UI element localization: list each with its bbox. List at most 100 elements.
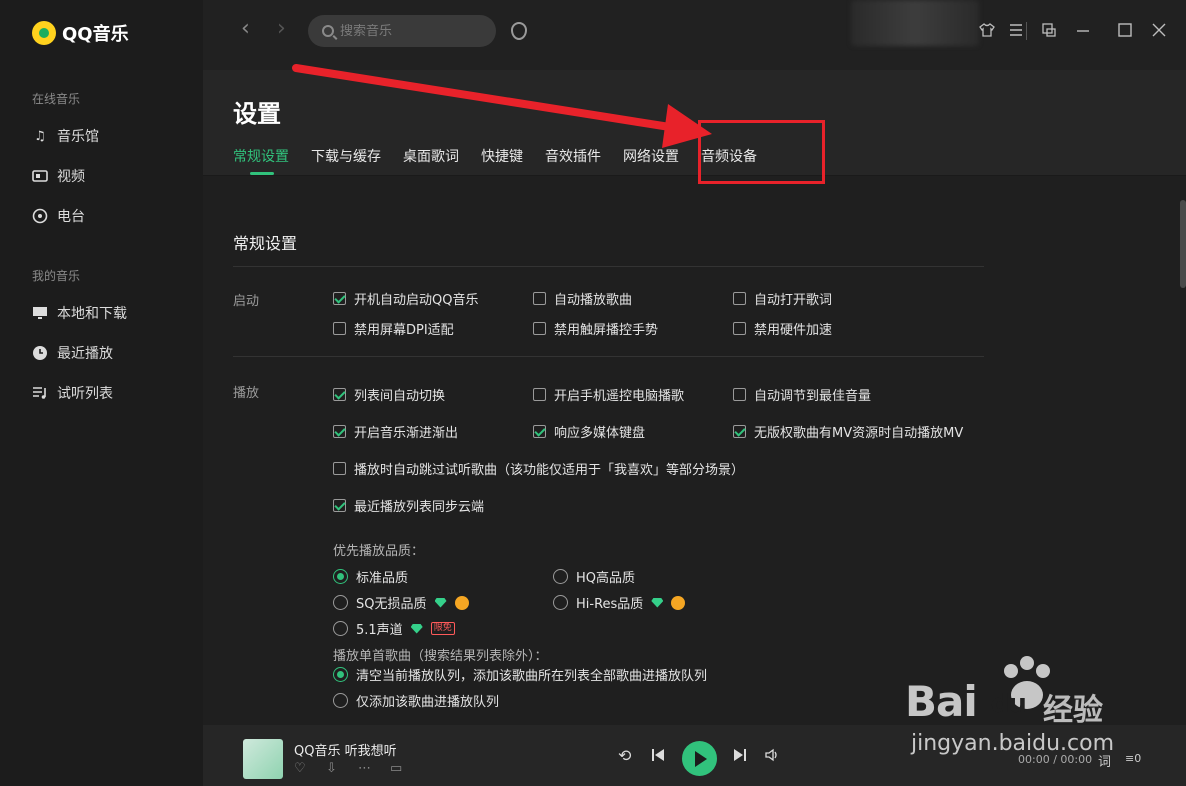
checkbox-box[interactable]	[533, 425, 546, 438]
radio-quality-sq[interactable]: SQ无损品质	[333, 593, 469, 612]
menu-icon[interactable]	[1008, 22, 1024, 38]
radio-dot[interactable]	[333, 569, 348, 584]
checkbox-box[interactable]	[333, 322, 346, 335]
checkbox-box[interactable]	[533, 388, 546, 401]
forward-arrow-icon[interactable]: ›	[277, 18, 286, 40]
lyrics-button[interactable]: 词	[1098, 751, 1111, 770]
radio-quality-51[interactable]: 5.1声道 限免	[333, 619, 455, 638]
comment-icon[interactable]: ▭	[390, 762, 406, 776]
checkbox-label: 列表间自动切换	[354, 389, 446, 404]
radio-single-replace-queue[interactable]: 清空当前播放队列，添加该歌曲所在列表全部歌曲进播放队列	[333, 665, 707, 684]
previous-icon[interactable]	[650, 747, 666, 767]
checkbox-auto-launch[interactable]: 开机自动启动QQ音乐	[333, 289, 478, 308]
app-logo[interactable]: QQ音乐	[32, 20, 129, 46]
checkbox-auto-mv[interactable]: 无版权歌曲有MV资源时自动播放MV	[733, 422, 963, 441]
checkbox-box[interactable]	[333, 462, 346, 475]
divider	[233, 266, 984, 267]
checkbox-phone-remote[interactable]: 开启手机遥控电脑播歌	[533, 385, 684, 404]
radio-dot[interactable]	[333, 667, 348, 682]
radio-single-add-only[interactable]: 仅添加该歌曲进播放队列	[333, 691, 499, 710]
close-icon[interactable]	[1151, 22, 1167, 38]
radio-dot[interactable]	[333, 621, 348, 636]
checkbox-label: 播放时自动跳过试听歌曲（该功能仅适用于「我喜欢」等部分场景）	[354, 463, 745, 478]
radio-dot[interactable]	[553, 595, 568, 610]
tab-network[interactable]: 网络设置	[623, 146, 679, 166]
checkbox-fade[interactable]: 开启音乐渐进渐出	[333, 422, 458, 441]
radio-quality-hq[interactable]: HQ高品质	[553, 567, 635, 586]
tab-hotkeys[interactable]: 快捷键	[481, 146, 523, 166]
user-avatar-blurred[interactable]	[851, 0, 979, 46]
checkbox-sync-recent[interactable]: 最近播放列表同步云端	[333, 496, 484, 515]
checkbox-auto-play[interactable]: 自动播放歌曲	[533, 289, 632, 308]
back-arrow-icon[interactable]: ‹	[241, 18, 250, 40]
tab-general[interactable]: 常规设置	[233, 146, 289, 175]
search-icon	[322, 25, 334, 37]
checkbox-box[interactable]	[733, 425, 746, 438]
sidebar-item-recent[interactable]: 最近播放	[32, 343, 113, 363]
sidebar-item-local-download[interactable]: 本地和下载	[32, 303, 127, 323]
play-queue-button[interactable]: ≡0	[1125, 752, 1141, 765]
checkbox-auto-switch-list[interactable]: 列表间自动切换	[333, 385, 445, 404]
checkbox-box[interactable]	[333, 425, 346, 438]
sidebar-item-radio[interactable]: 电台	[32, 206, 85, 226]
more-icon[interactable]: ⋯	[358, 762, 374, 776]
checkbox-box[interactable]	[533, 322, 546, 335]
checkbox-box[interactable]	[733, 322, 746, 335]
divider	[233, 356, 984, 357]
radio-label: SQ无损品质	[356, 597, 427, 612]
loop-icon[interactable]: ⟲	[618, 747, 631, 765]
play-button[interactable]	[682, 741, 717, 776]
settings-page: 设置 常规设置 下载与缓存 桌面歌词 快捷键 音效插件 网络设置 音频设备 常规…	[203, 70, 1186, 725]
checkbox-skip-trial[interactable]: 播放时自动跳过试听歌曲（该功能仅适用于「我喜欢」等部分场景）	[333, 459, 744, 478]
queue-count: 0	[1134, 752, 1142, 765]
radio-quality-hires[interactable]: Hi-Res品质	[553, 593, 686, 612]
search-box[interactable]	[308, 15, 496, 47]
sidebar: QQ音乐 在线音乐 ♫ 音乐馆 视频 电台 我的音乐 本地和下载 最近播放 试听…	[0, 0, 203, 786]
song-title[interactable]: QQ音乐 听我想听	[294, 740, 397, 759]
skin-shirt-icon[interactable]	[979, 22, 995, 38]
qq-music-window: QQ音乐 在线音乐 ♫ 音乐馆 视频 电台 我的音乐 本地和下载 最近播放 试听…	[0, 0, 1186, 786]
radio-dot[interactable]	[553, 569, 568, 584]
tab-sound-effects[interactable]: 音效插件	[545, 146, 601, 166]
minimize-icon[interactable]	[1075, 22, 1091, 38]
heart-icon[interactable]: ♡	[294, 762, 310, 776]
checkbox-auto-volume[interactable]: 自动调节到最佳音量	[733, 385, 871, 404]
checkbox-box[interactable]	[733, 292, 746, 305]
tab-desktop-lyrics[interactable]: 桌面歌词	[403, 146, 459, 166]
checkbox-box[interactable]	[533, 292, 546, 305]
download-icon[interactable]: ⇩	[326, 762, 342, 776]
sidebar-item-video[interactable]: 视频	[32, 166, 85, 186]
top-bar: ‹ ›	[203, 0, 1186, 70]
checkbox-box[interactable]	[333, 292, 346, 305]
checkbox-media-keys[interactable]: 响应多媒体键盘	[533, 422, 645, 441]
checkbox-box[interactable]	[333, 499, 346, 512]
sidebar-item-music-hall[interactable]: ♫ 音乐馆	[32, 126, 99, 146]
sidebar-item-trial-list[interactable]: 试听列表	[32, 383, 113, 403]
checkbox-disable-touch[interactable]: 禁用触屏播控手势	[533, 319, 658, 338]
radio-quality-standard[interactable]: 标准品质	[333, 567, 408, 586]
scrollbar[interactable]	[1180, 200, 1186, 288]
vip-medal-icon	[454, 595, 469, 610]
album-cover[interactable]	[243, 739, 283, 779]
single-play-label: 播放单首歌曲（搜索结果列表除外）：	[333, 649, 548, 664]
voice-search-icon[interactable]	[511, 22, 527, 40]
radio-label: 标准品质	[356, 571, 409, 586]
radio-dot[interactable]	[333, 693, 348, 708]
checkbox-auto-lyrics[interactable]: 自动打开歌词	[733, 289, 832, 308]
next-icon[interactable]	[732, 747, 748, 767]
volume-icon[interactable]	[764, 747, 780, 767]
maximize-icon[interactable]	[1117, 22, 1133, 38]
checkbox-box[interactable]	[733, 388, 746, 401]
checkbox-disable-dpi[interactable]: 禁用屏幕DPI适配	[333, 319, 454, 338]
checkbox-box[interactable]	[333, 388, 346, 401]
mini-mode-icon[interactable]	[1041, 22, 1057, 38]
search-input[interactable]	[340, 23, 480, 39]
checkbox-disable-hw-accel[interactable]: 禁用硬件加速	[733, 319, 832, 338]
tab-download-cache[interactable]: 下载与缓存	[311, 146, 381, 166]
radio-dot[interactable]	[333, 595, 348, 610]
page-title: 设置	[233, 100, 281, 128]
radio-label: Hi-Res品质	[576, 597, 644, 612]
checkbox-label: 最近播放列表同步云端	[354, 500, 485, 515]
green-diamond-icon	[434, 597, 447, 608]
playlist-icon	[32, 385, 48, 401]
